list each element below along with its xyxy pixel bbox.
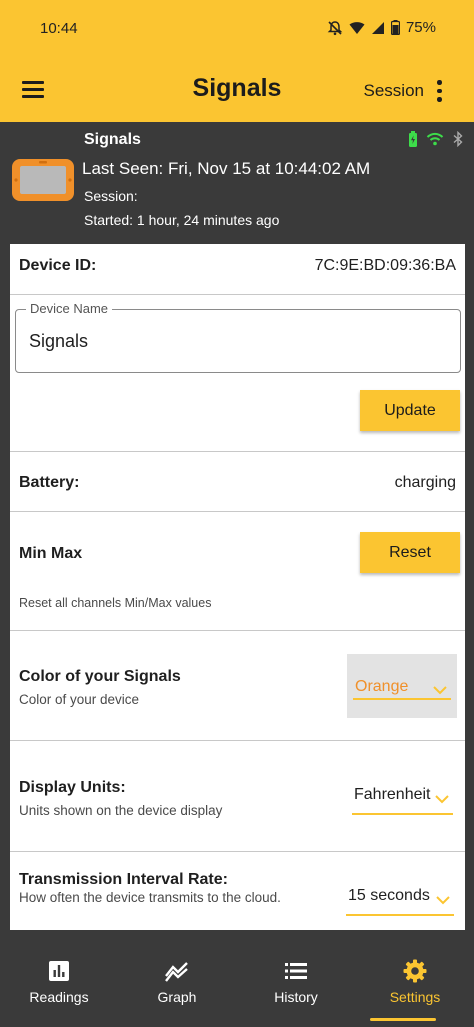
chevron-down-icon — [436, 892, 450, 910]
device-id-value: 7C:9E:BD:09:36:BA — [314, 257, 456, 274]
status-icons: 75% — [327, 19, 436, 36]
interval-label: Transmission Interval Rate: — [19, 871, 228, 888]
device-name: Signals — [84, 131, 141, 148]
nav-label: Graph — [157, 989, 197, 1005]
divider — [10, 740, 465, 741]
device-name-input[interactable]: Signals — [29, 331, 88, 352]
units-select[interactable]: Fahrenheit — [346, 779, 459, 819]
device-header: Signals Last Seen: Fri, Nov 15 at 10:44:… — [0, 122, 474, 244]
mute-icon — [327, 20, 343, 36]
gear-icon — [403, 959, 427, 983]
nav-readings[interactable]: Readings — [0, 947, 118, 1027]
divider — [10, 630, 465, 631]
bluetooth-icon — [452, 130, 464, 152]
color-select-value: Orange — [355, 678, 409, 695]
nav-graph[interactable]: Graph — [118, 947, 236, 1027]
status-time: 10:44 — [40, 20, 78, 37]
bottom-nav: Readings Graph History Settings — [0, 947, 474, 1027]
graph-icon — [165, 959, 189, 983]
battery-charging-icon — [408, 131, 418, 152]
session-button[interactable]: Session — [364, 81, 424, 101]
nav-label: Readings — [29, 989, 89, 1005]
wifi-icon — [426, 132, 444, 151]
active-tab-indicator — [370, 1018, 436, 1021]
color-label: Color of your Signals — [19, 668, 181, 685]
battery-value: charging — [394, 474, 456, 491]
device-id-label: Device ID: — [19, 257, 97, 274]
divider — [10, 294, 465, 295]
more-options-button[interactable] — [432, 79, 446, 103]
divider — [10, 851, 465, 852]
started-text: Started: 1 hour, 24 minutes ago — [84, 212, 280, 228]
session-text: Session: — [84, 188, 138, 204]
device-name-legend: Device Name — [26, 301, 113, 316]
color-select[interactable]: Orange — [347, 654, 457, 718]
units-select-value: Fahrenheit — [354, 786, 431, 803]
chevron-down-icon — [435, 791, 449, 809]
status-bar: 10:44 75% — [0, 0, 474, 60]
nav-label: History — [274, 989, 318, 1005]
reset-button[interactable]: Reset — [360, 532, 460, 573]
minmax-description: Reset all channels Min/Max values — [19, 596, 212, 610]
battery-icon — [390, 20, 400, 35]
nav-label: Settings — [389, 989, 441, 1005]
signal-icon — [371, 21, 385, 35]
minmax-label: Min Max — [19, 545, 83, 562]
battery-label: Battery: — [19, 474, 80, 491]
app-bar: Signals Session — [0, 60, 474, 122]
nav-settings[interactable]: Settings — [356, 947, 474, 1027]
list-icon — [284, 959, 308, 983]
bar-chart-icon — [47, 959, 71, 983]
units-description: Units shown on the device display — [19, 803, 223, 818]
last-seen: Last Seen: Fri, Nov 15 at 10:44:02 AM — [82, 159, 371, 178]
update-button[interactable]: Update — [360, 390, 460, 431]
divider — [10, 511, 465, 512]
interval-select-value: 15 seconds — [348, 887, 430, 904]
interval-select[interactable]: 15 seconds — [340, 880, 460, 920]
device-name-field[interactable]: Device Name Signals — [15, 301, 461, 373]
kebab-icon — [437, 80, 442, 85]
nav-history[interactable]: History — [237, 947, 355, 1027]
units-label: Display Units: — [19, 779, 126, 796]
device-status-icons — [408, 130, 464, 152]
battery-percent: 75% — [405, 19, 436, 36]
settings-card: Device ID: 7C:9E:BD:09:36:BA Device Name… — [10, 244, 465, 930]
divider — [10, 451, 465, 452]
color-description: Color of your device — [19, 692, 140, 707]
wifi-icon — [349, 21, 365, 35]
interval-description: How often the device transmits to the cl… — [19, 890, 281, 905]
device-image — [11, 158, 75, 202]
